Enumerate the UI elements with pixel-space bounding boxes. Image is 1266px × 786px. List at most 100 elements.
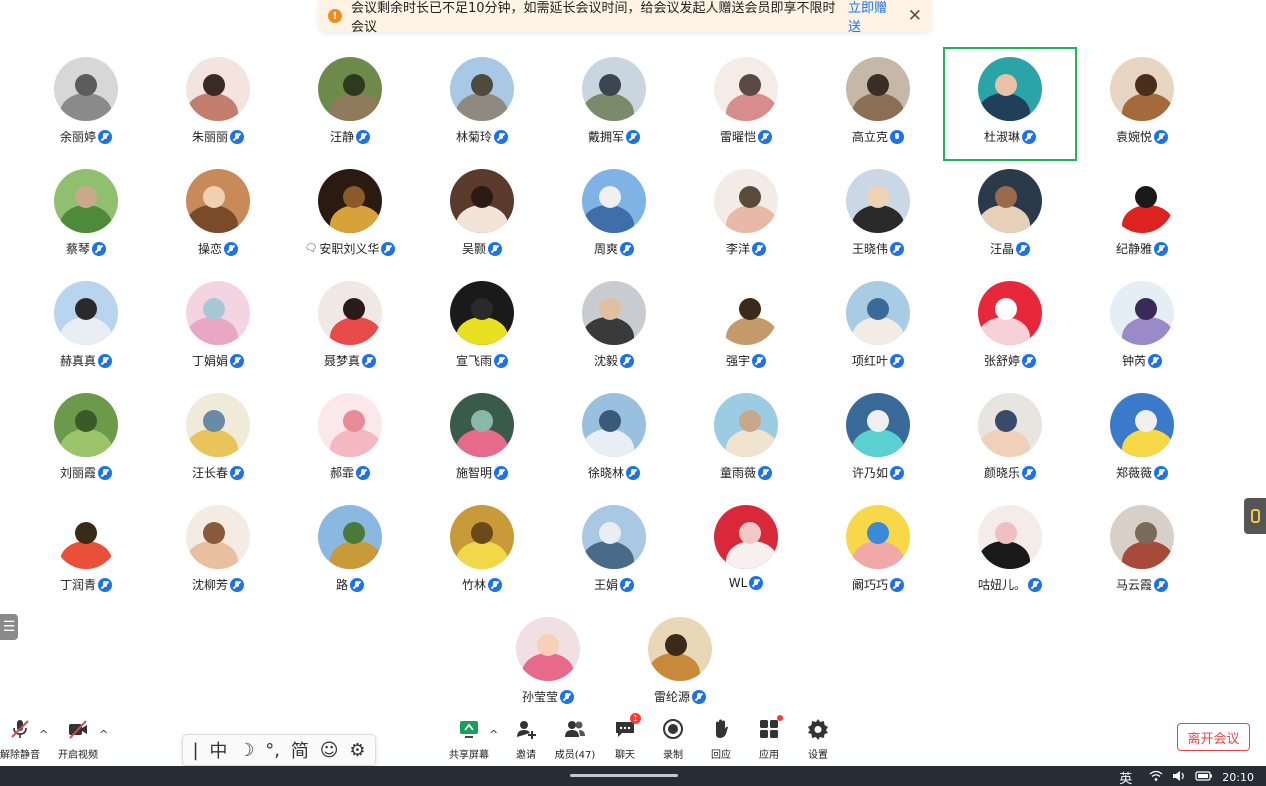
participant-tile[interactable]: 项红叶 [812,272,944,384]
mic-muted-icon [488,241,502,256]
participant-tile[interactable]: 雷曜恺 [680,48,812,160]
avatar [450,281,514,345]
participant-tile[interactable]: 戴拥军 [548,48,680,160]
mic-muted-icon [620,241,634,256]
floating-tool-handle[interactable] [1244,498,1266,534]
invite-button[interactable]: 邀请 [510,718,542,761]
ime-charset-toggle[interactable]: 简 [291,737,309,763]
apps-button[interactable]: 应用 [756,715,783,761]
start-video-label: 开启视频 [58,750,98,761]
chat-button[interactable]: 1 聊天 [612,713,641,761]
system-tray: 英 20:10 [1119,768,1254,786]
members-icon [564,718,586,740]
mic-muted-icon [1022,129,1036,144]
wifi-icon[interactable] [1149,770,1163,785]
participant-name: 丁润青 [59,578,96,592]
participant-tile[interactable]: WL [680,496,812,608]
participant-tile[interactable]: 蔡琴 [20,160,152,272]
mic-muted-icon [98,465,112,480]
participant-tile[interactable]: 汪静 [284,48,416,160]
participant-tile[interactable]: 操恋 [152,160,284,272]
participant-tile[interactable]: 宣飞雨 [416,272,548,384]
participant-tile[interactable]: 颜晓乐 [944,384,1076,496]
share-screen-button[interactable]: 共享屏幕 [448,718,490,761]
participant-tile[interactable]: 丁润青 [20,496,152,608]
record-button[interactable]: 录制 [660,718,686,761]
participant-tile[interactable]: 竹林 [416,496,548,608]
avatar [714,57,778,121]
participant-name-row: 竹林 [462,576,502,593]
home-indicator[interactable] [570,774,678,777]
participant-tile[interactable]: 余丽婷 [20,48,152,160]
participant-tile[interactable]: 王晓伟 [812,160,944,272]
participant-tile[interactable]: 周爽 [548,160,680,272]
participant-tile[interactable]: 汪长春 [152,384,284,496]
participant-tile[interactable]: 马云霞 [1076,496,1208,608]
gear-icon[interactable]: ⚙ [349,740,365,761]
participant-tile[interactable]: 沈柳芳 [152,496,284,608]
avatar [846,393,910,457]
participant-tile[interactable]: 刘丽霞 [20,384,152,496]
ime-punct-toggle[interactable]: °, [265,740,280,761]
members-button[interactable]: 成员(47) [554,718,596,761]
participant-tile[interactable]: 阚巧巧 [812,496,944,608]
unmute-button[interactable]: 解除静音 [0,718,40,761]
participant-tile[interactable]: 高立克 [812,48,944,160]
reactions-button[interactable]: 回应 [708,718,734,761]
participant-tile[interactable]: 孙莹莹 [482,608,614,720]
gift-now-link[interactable]: 立即赠送 [848,0,898,35]
participant-tile[interactable]: 雷纶源 [614,608,746,720]
audio-options-caret[interactable]: ^ [39,728,48,741]
record-icon [662,718,684,740]
participant-tile[interactable]: 杜淑琳 [943,47,1077,161]
leave-meeting-button[interactable]: 离开会议 [1177,723,1250,751]
emoji-icon[interactable]: ☺ [320,740,339,761]
participant-tile[interactable]: 强宇 [680,272,812,384]
participant-name-row: 袁婉悦 [1116,128,1168,145]
avatar [318,169,382,233]
mic-muted-icon [1154,577,1168,592]
volume-icon[interactable] [1172,770,1186,785]
participant-name: 丁娟娟 [191,354,228,368]
participant-tile[interactable]: 童雨薇 [680,384,812,496]
participant-tile[interactable]: 🗨 安职刘义华 [284,160,416,272]
participant-tile[interactable]: 郝霏 [284,384,416,496]
participant-tile[interactable]: 咕妞儿。 [944,496,1076,608]
share-options-caret[interactable]: ^ [489,728,498,741]
participant-tile[interactable]: 汪晶 [944,160,1076,272]
participant-tile[interactable]: 李洋 [680,160,812,272]
participant-tile[interactable]: 林菊玲 [416,48,548,160]
mic-muted-icon [230,353,244,368]
input-language[interactable]: 英 [1119,768,1132,786]
add-user-icon [515,718,537,740]
participant-tile[interactable]: 吴颢 [416,160,548,272]
participant-tile[interactable]: 施智明 [416,384,548,496]
side-panel-toggle[interactable]: ☰ [0,614,18,640]
participant-tile[interactable]: 沈毅 [548,272,680,384]
participant-tile[interactable]: 郑薇薇 [1076,384,1208,496]
participant-name-row: 聂梦真 [324,352,376,369]
participant-tile[interactable]: 赫真真 [20,272,152,384]
participant-tile[interactable]: 钟芮 [1076,272,1208,384]
settings-button[interactable]: 设置 [805,718,831,761]
participant-tile[interactable]: 丁娟娟 [152,272,284,384]
battery-icon[interactable] [1195,770,1213,785]
participant-tile[interactable]: 聂梦真 [284,272,416,384]
participant-tile[interactable]: 袁婉悦 [1076,48,1208,160]
participant-tile[interactable]: 徐晓林 [548,384,680,496]
avatar [186,169,250,233]
video-options-caret[interactable]: ^ [99,728,108,741]
start-video-button[interactable]: 开启视频 [56,718,100,761]
participant-tile[interactable]: 许乃如 [812,384,944,496]
participant-tile[interactable]: 路 [284,496,416,608]
participant-name-row: 朱丽丽 [192,128,244,145]
participant-tile[interactable]: 纪静雅 [1076,160,1208,272]
participant-tile[interactable]: 王娟 [548,496,680,608]
mic-muted-icon [1154,129,1168,144]
moon-icon[interactable]: ☽ [238,740,254,761]
participant-tile[interactable]: 朱丽丽 [152,48,284,160]
close-icon[interactable]: ✕ [908,7,922,25]
ime-lang-toggle[interactable]: 中 [209,737,227,763]
avatar [582,281,646,345]
participant-tile[interactable]: 张舒婷 [944,272,1076,384]
